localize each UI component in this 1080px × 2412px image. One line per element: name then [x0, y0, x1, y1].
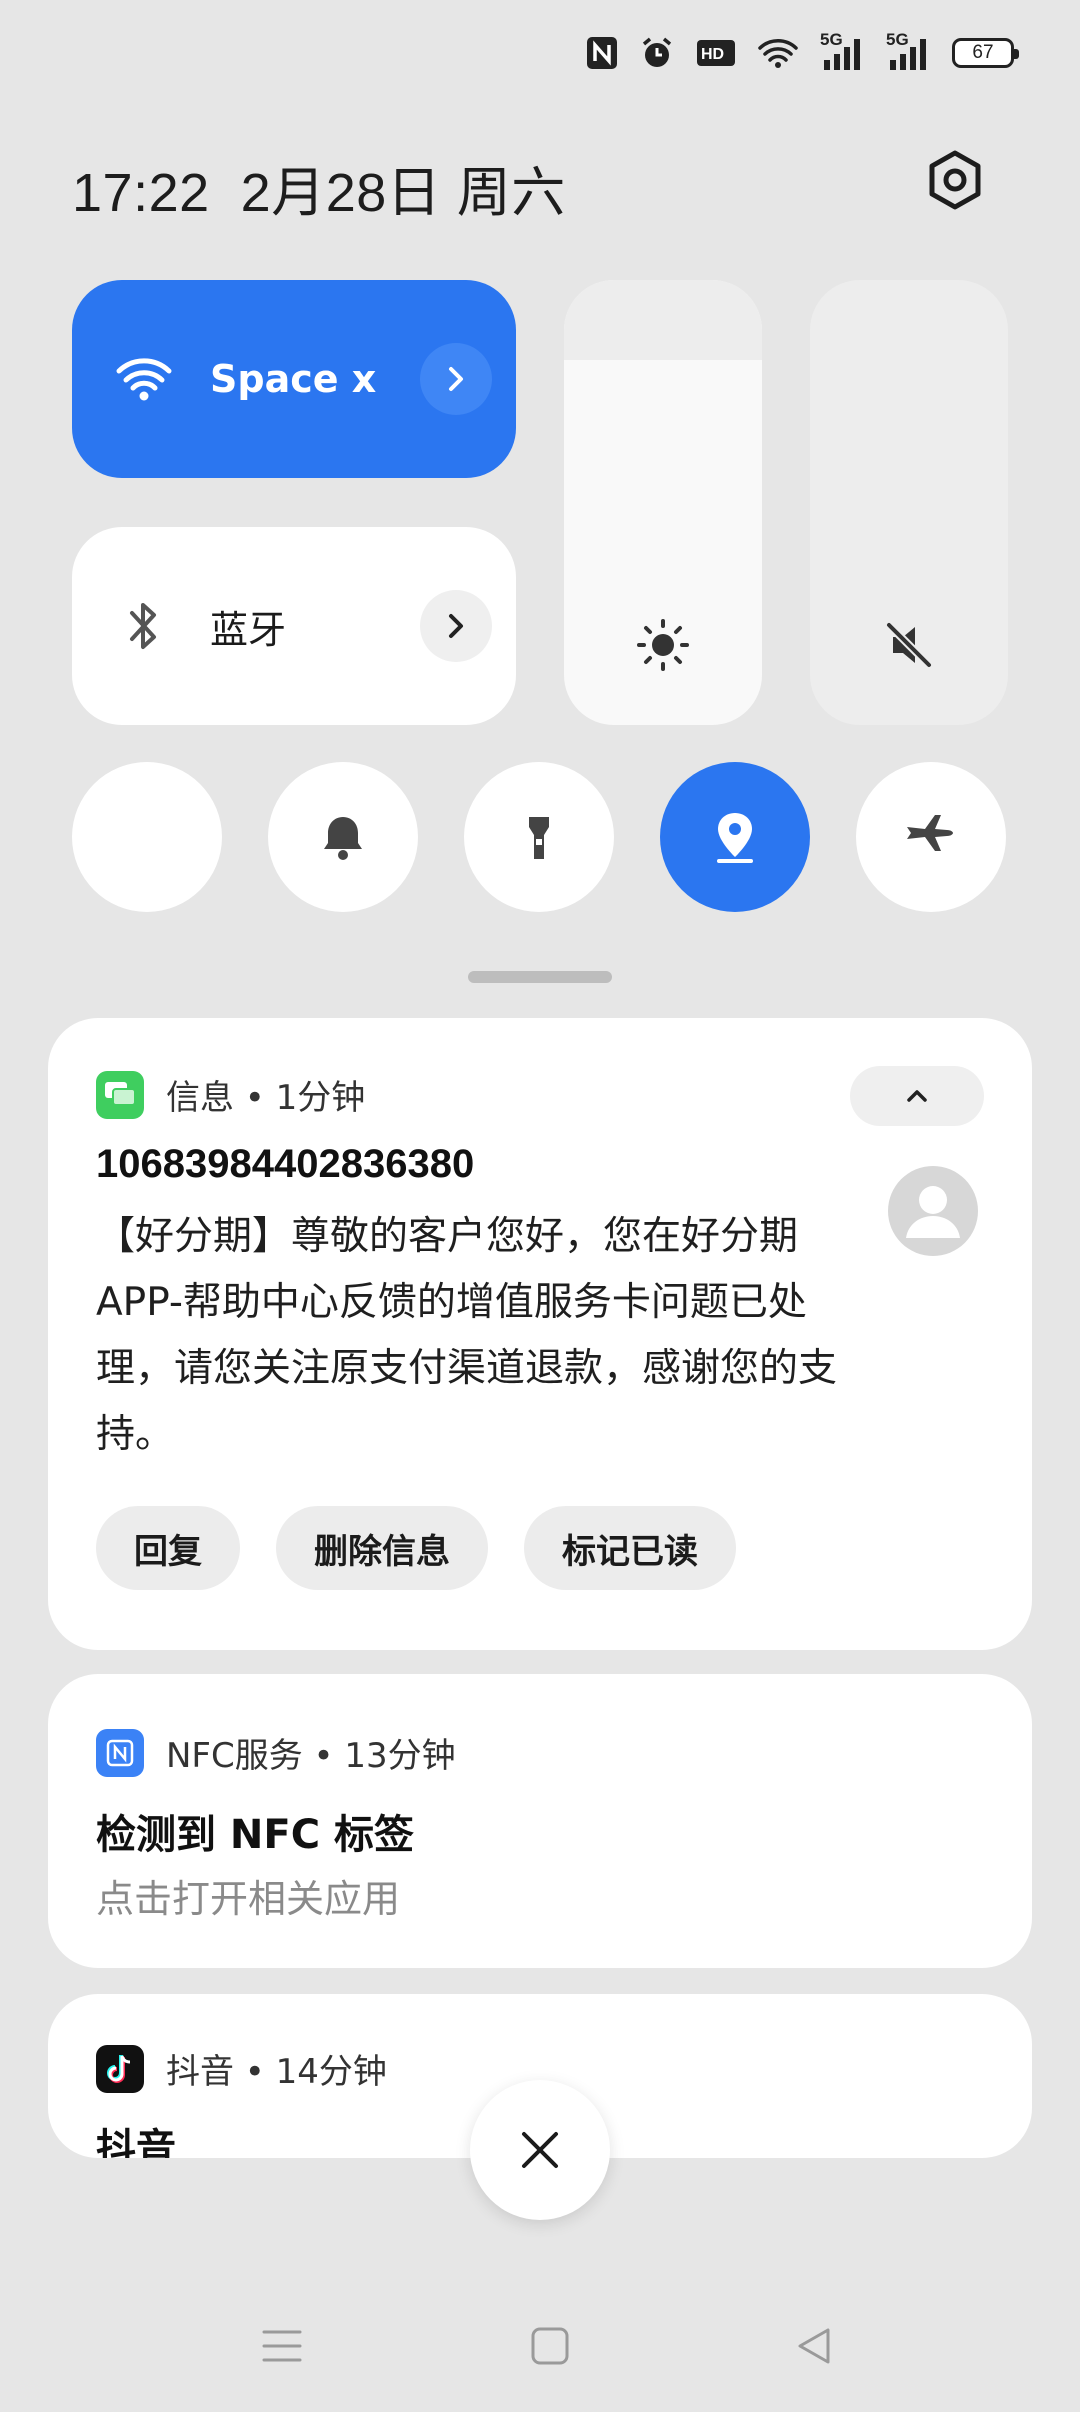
- nfc-notification[interactable]: NFC服务 • 13分钟 检测到 NFC 标签 点击打开相关应用: [48, 1674, 1032, 1968]
- notification-app-row: NFC服务 • 13分钟: [96, 1728, 456, 1777]
- flashlight-toggle[interactable]: [464, 762, 614, 912]
- chevron-right-icon: [449, 614, 463, 638]
- data-arrows-icon: [126, 816, 168, 858]
- bluetooth-tile[interactable]: 蓝牙: [72, 527, 516, 725]
- wifi-network-name: Space x: [210, 357, 377, 401]
- brightness-track-empty: [564, 280, 762, 361]
- clock-time: 17:22: [72, 163, 210, 223]
- close-icon: [522, 2132, 558, 2168]
- home-icon: [531, 2327, 569, 2365]
- notification-actions: 回复 删除信息 标记已读: [96, 1506, 736, 1590]
- sms-body: 【好分期】尊敬的客户您好，您在好分期APP-帮助中心反馈的增值服务卡问题已处理，…: [96, 1214, 838, 1457]
- network-type-label: 5G: [820, 30, 843, 49]
- battery-level: 67: [972, 42, 994, 63]
- wifi-icon: [116, 280, 172, 478]
- delete-message-button[interactable]: 删除信息: [276, 1506, 488, 1590]
- bluetooth-icon: [124, 527, 164, 725]
- contact-avatar: [888, 1166, 978, 1256]
- hd-voice-icon: HD: [696, 38, 736, 68]
- home-button[interactable]: [520, 2316, 580, 2376]
- settings-gear-icon: [929, 150, 981, 210]
- signal-5g-icon: 5G: [820, 30, 864, 70]
- brightness-icon: [564, 615, 762, 675]
- sms-sender: 10683984402836380: [96, 1142, 475, 1186]
- signal-5g-icon: 5G: [886, 30, 930, 70]
- battery-indicator: 67: [952, 38, 1019, 68]
- notification-app-row: 信息 • 1分钟: [96, 1070, 365, 1119]
- location-toggle[interactable]: [660, 762, 810, 912]
- nfc-icon: [586, 36, 618, 70]
- settings-button[interactable]: [920, 145, 990, 215]
- menu-icon: [262, 2330, 302, 2362]
- person-icon: [906, 1186, 960, 1238]
- nfc-notification-title: 检测到 NFC 标签: [96, 1812, 415, 1858]
- header-datetime: 17:22 2月28日 周六: [72, 148, 566, 227]
- wifi-icon: [758, 37, 798, 69]
- brightness-slider[interactable]: [564, 280, 762, 725]
- nfc-app-icon: [96, 1728, 144, 1777]
- bell-icon: [324, 817, 362, 860]
- chevron-up-icon: [907, 1090, 927, 1102]
- status-bar: HD 5G 5G 67: [586, 30, 1019, 76]
- alarm-icon: [640, 36, 674, 70]
- date-label: 2月28日: [240, 163, 442, 223]
- recent-apps-button[interactable]: [252, 2316, 312, 2376]
- location-pin-icon: [717, 813, 753, 863]
- volume-muted-icon: [810, 615, 1008, 675]
- messages-app-icon: [96, 1070, 144, 1119]
- wifi-details-button[interactable]: [420, 343, 492, 415]
- douyin-notification-title: 抖音: [96, 2126, 176, 2158]
- volume-slider[interactable]: [810, 280, 1008, 725]
- mark-read-button[interactable]: 标记已读: [524, 1506, 736, 1590]
- chevron-right-icon: [449, 367, 463, 391]
- ringer-toggle[interactable]: [268, 762, 418, 912]
- sms-notification[interactable]: 信息 • 1分钟 10683984402836380 【好分期】尊敬的客户您好，…: [48, 1018, 1032, 1650]
- notification-app-label: 信息 • 1分钟: [166, 1078, 366, 1118]
- nfc-notification-subtitle: 点击打开相关应用: [96, 1877, 401, 1921]
- bluetooth-label: 蓝牙: [210, 607, 287, 652]
- network-type-label: 5G: [886, 30, 909, 49]
- panel-drag-handle[interactable]: [468, 971, 612, 983]
- notification-app-row: 抖音 • 14分钟: [96, 2044, 387, 2093]
- back-button[interactable]: [784, 2316, 844, 2376]
- hd-label: HD: [701, 46, 724, 63]
- bluetooth-details-button[interactable]: [420, 590, 492, 662]
- collapse-button[interactable]: [850, 1066, 984, 1126]
- notification-app-label: 抖音 • 14分钟: [166, 2052, 387, 2092]
- flashlight-icon: [529, 817, 549, 859]
- notification-app-label: NFC服务 • 13分钟: [166, 1736, 456, 1776]
- airplane-mode-toggle[interactable]: [856, 762, 1006, 912]
- clear-all-notifications-button[interactable]: [470, 2080, 610, 2220]
- weekday-label: 周六: [456, 163, 566, 223]
- back-icon: [798, 2328, 830, 2364]
- wifi-tile[interactable]: Space x: [72, 280, 516, 478]
- airplane-icon: [907, 815, 953, 851]
- reply-button[interactable]: 回复: [96, 1506, 240, 1590]
- mobile-data-toggle[interactable]: [72, 762, 222, 912]
- douyin-app-icon: [96, 2044, 144, 2093]
